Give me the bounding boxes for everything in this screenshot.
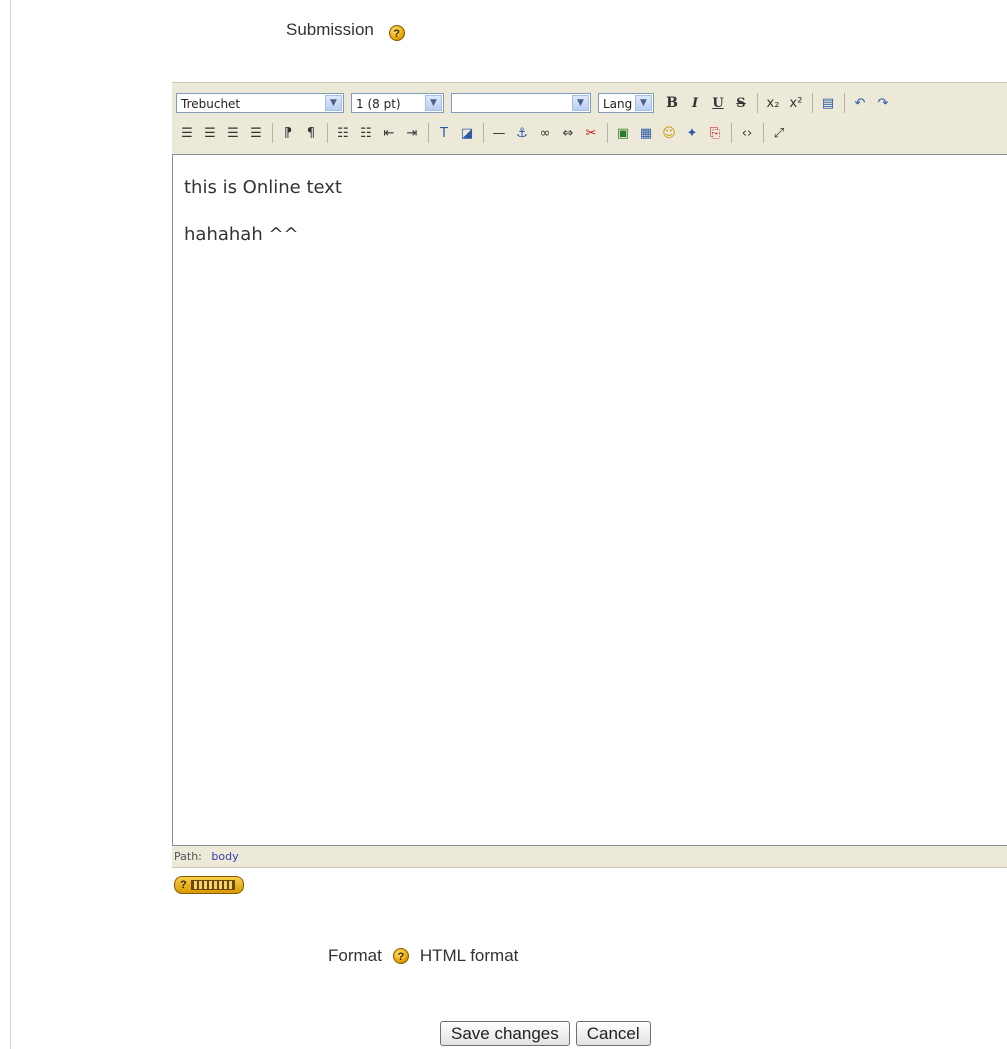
submission-label-text: Submission xyxy=(286,20,374,39)
format-value: HTML format xyxy=(419,946,519,965)
text-color-icon[interactable]: T xyxy=(433,122,455,144)
ltr-direction-icon[interactable]: ⁋ xyxy=(277,122,299,144)
chevron-down-icon: ▼ xyxy=(635,95,652,111)
insert-table-icon[interactable]: ▦ xyxy=(635,122,657,144)
path-label: Path: xyxy=(174,850,202,863)
indent-icon[interactable]: ⇥ xyxy=(401,122,423,144)
bold-button[interactable]: B xyxy=(661,92,683,114)
clean-word-icon[interactable]: ▤ xyxy=(817,92,839,114)
fullscreen-icon[interactable]: ⤢ xyxy=(768,122,790,144)
undo-icon[interactable]: ↶ xyxy=(849,92,871,114)
submission-help-icon[interactable]: ? xyxy=(388,25,405,41)
smiley-icon[interactable]: ☺ xyxy=(658,122,680,144)
redo-icon[interactable]: ↷ xyxy=(872,92,894,114)
font-size-select-value: 1 (8 pt) xyxy=(356,97,401,111)
toolbar-row-2: ☰ ☰ ☰ ☰ ⁋ ¶ ☷ ☷ ⇤ ⇥ T ◪ — ⚓ ∞ ⇔ ✂ ▣ ▦ ☺ … xyxy=(176,119,791,147)
unlink-icon[interactable]: ✂ xyxy=(580,122,602,144)
background-color-icon[interactable]: ◪ xyxy=(456,122,478,144)
font-family-select-value: Trebuchet xyxy=(181,97,241,111)
italic-button[interactable]: I xyxy=(684,92,706,114)
editor-toolbar: Trebuchet ▼ 1 (8 pt) ▼ ▼ Lang ▼ B I U S … xyxy=(172,82,1007,155)
chevron-down-icon: ▼ xyxy=(572,95,589,111)
insert-link-icon[interactable]: ∞ xyxy=(534,122,556,144)
editor-path-bar: Path: body xyxy=(172,846,1007,868)
toolbar-separator xyxy=(483,123,484,143)
special-chars-icon[interactable]: ✦ xyxy=(681,122,703,144)
language-select[interactable]: Lang ▼ xyxy=(598,93,654,113)
toolbar-separator xyxy=(327,123,328,143)
keyboard-help-glyph: ? xyxy=(180,879,187,891)
strikethrough-button[interactable]: S xyxy=(730,92,752,114)
font-family-select[interactable]: Trebuchet ▼ xyxy=(176,93,344,113)
chevron-down-icon: ▼ xyxy=(325,95,342,111)
align-justify-icon[interactable]: ☰ xyxy=(245,122,267,144)
underline-button[interactable]: U xyxy=(707,92,729,114)
insert-image-icon[interactable]: ▣ xyxy=(612,122,634,144)
editor-content-line: this is Online text xyxy=(184,177,342,198)
toolbar-separator xyxy=(731,123,732,143)
toolbar-separator xyxy=(757,93,758,113)
keyboard-icon xyxy=(190,880,235,890)
font-size-select[interactable]: 1 (8 pt) ▼ xyxy=(351,93,444,113)
subscript-icon[interactable]: x₂ xyxy=(762,92,784,114)
toolbar-separator xyxy=(763,123,764,143)
search-replace-icon[interactable]: ⎘ xyxy=(704,122,726,144)
format-label: Format xyxy=(328,946,382,965)
html-source-icon[interactable]: ‹› xyxy=(736,122,758,144)
toolbar-separator xyxy=(607,123,608,143)
outdent-icon[interactable]: ⇤ xyxy=(378,122,400,144)
save-changes-button[interactable]: Save changes xyxy=(440,1021,570,1046)
toolbar-separator xyxy=(844,93,845,113)
editor-content-area[interactable]: this is Online text hahahah ^^ xyxy=(172,154,1007,846)
submission-label: Submission ? xyxy=(286,20,405,41)
keyboard-help-icon[interactable]: ? xyxy=(174,876,244,894)
horizontal-rule-icon[interactable]: — xyxy=(488,122,510,144)
chevron-down-icon: ▼ xyxy=(425,95,442,111)
language-select-value: Lang xyxy=(603,97,633,111)
form-actions: Save changes Cancel xyxy=(440,1021,651,1046)
align-center-icon[interactable]: ☰ xyxy=(199,122,221,144)
toolbar-separator xyxy=(272,123,273,143)
paragraph-style-select[interactable]: ▼ xyxy=(451,93,591,113)
moodle-link-icon[interactable]: ⇔ xyxy=(557,122,579,144)
editor-content-line: hahahah ^^ xyxy=(184,224,299,245)
cancel-button[interactable]: Cancel xyxy=(575,1021,651,1046)
align-right-icon[interactable]: ☰ xyxy=(222,122,244,144)
align-left-icon[interactable]: ☰ xyxy=(176,122,198,144)
anchor-icon[interactable]: ⚓ xyxy=(511,122,533,144)
page-left-border xyxy=(10,0,11,1049)
html-editor: Trebuchet ▼ 1 (8 pt) ▼ ▼ Lang ▼ B I U S … xyxy=(172,82,1007,868)
unordered-list-icon[interactable]: ☷ xyxy=(355,122,377,144)
format-row: Format ? HTML format xyxy=(328,946,518,966)
ordered-list-icon[interactable]: ☷ xyxy=(332,122,354,144)
toolbar-separator xyxy=(812,93,813,113)
rtl-direction-icon[interactable]: ¶ xyxy=(300,122,322,144)
format-help-icon[interactable]: ? xyxy=(392,948,409,964)
toolbar-separator xyxy=(428,123,429,143)
superscript-icon[interactable]: x² xyxy=(785,92,807,114)
toolbar-row-1: Trebuchet ▼ 1 (8 pt) ▼ ▼ Lang ▼ B I U S … xyxy=(176,89,895,117)
path-body-link[interactable]: body xyxy=(211,850,238,863)
